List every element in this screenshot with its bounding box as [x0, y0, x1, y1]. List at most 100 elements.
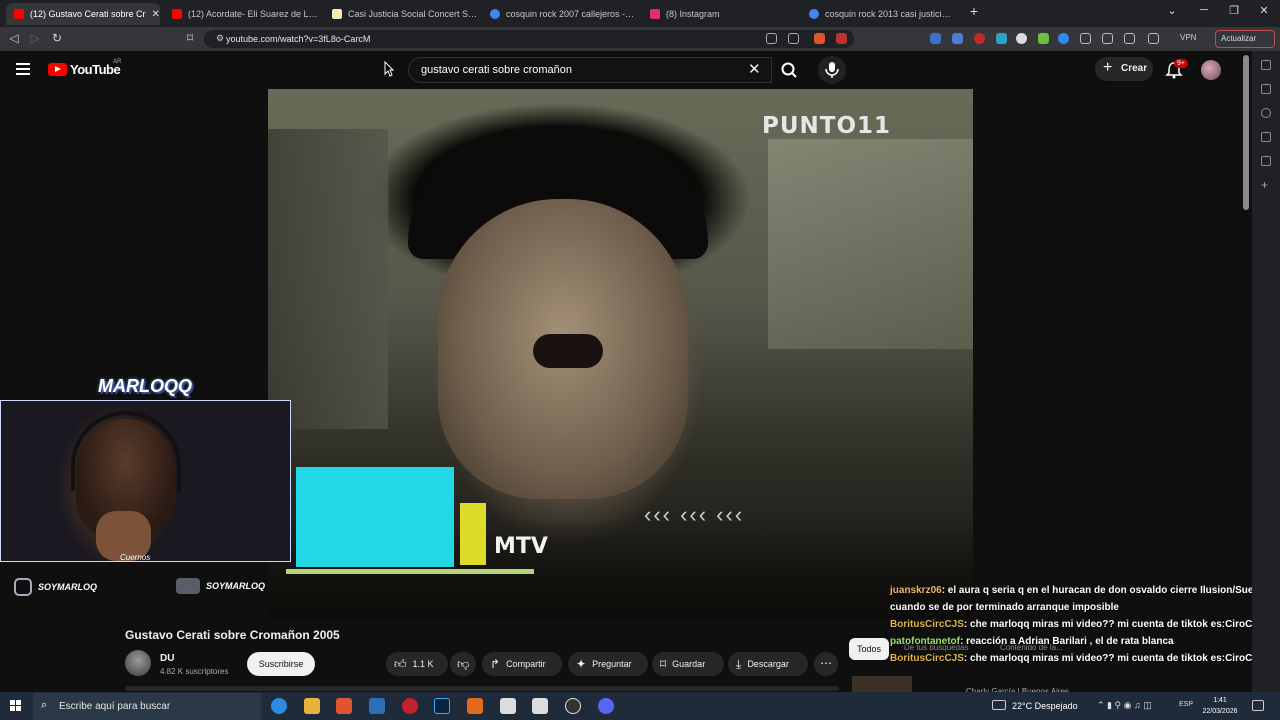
setlist-favicon-icon [332, 9, 342, 19]
close-tab-icon[interactable]: ✕ [152, 9, 160, 20]
channel-avatar[interactable] [125, 650, 151, 676]
url-field[interactable]: youtube.com/watch?v=3fL8o-CarcM [204, 30, 854, 48]
extension-icon[interactable] [1058, 33, 1069, 44]
share-button[interactable]: ↱ Compartir [482, 652, 562, 676]
description-box[interactable] [125, 686, 839, 691]
weather-status[interactable]: 22°C Despejado [1012, 701, 1078, 711]
extension-icon[interactable] [996, 33, 1007, 44]
cast-icon[interactable] [766, 33, 777, 44]
minimize-icon[interactable]: ─ [1194, 4, 1214, 16]
brave-rewards-icon[interactable] [836, 33, 847, 44]
new-tab-button[interactable]: + [964, 3, 984, 19]
obs-icon[interactable] [565, 698, 581, 714]
clear-search-icon[interactable]: ✕ [748, 60, 761, 78]
recorder-icon[interactable] [974, 33, 985, 44]
channel-name[interactable]: DU [160, 653, 174, 664]
input-language[interactable]: ESP [1179, 701, 1193, 708]
url-text: youtube.com/watch?v=3fL8o-CarcM [226, 34, 371, 44]
video-player[interactable]: PUNTO11 MTV ‹‹‹ ‹‹‹ ‹‹‹ [268, 89, 973, 619]
reload-icon[interactable]: ↻ [49, 31, 65, 45]
chat-text: : che marloqq miras mi video?? mi cuenta… [963, 619, 1265, 630]
media-icon[interactable] [1102, 33, 1113, 44]
ask-label: Preguntar [592, 659, 632, 669]
instagram-icon [14, 578, 32, 596]
share-arrow-icon: ↱ [490, 657, 501, 671]
app-icon[interactable] [532, 698, 548, 714]
discord-icon[interactable] [598, 698, 614, 714]
keyboard-icon[interactable] [992, 700, 1006, 710]
tab-gustavo-cerati[interactable]: (12) Gustavo Cerati sobre Cr ✕ [6, 3, 160, 25]
tab-google-search-2013[interactable]: cosquin rock 2013 casi justicia social [801, 3, 955, 25]
sidebar-history-icon[interactable] [1261, 108, 1271, 118]
browser-tab-strip: (12) Gustavo Cerati sobre Cr ✕ (12) Acor… [0, 0, 1280, 27]
wallet-icon[interactable] [1148, 33, 1159, 44]
sidebar-icon[interactable] [1124, 33, 1135, 44]
tab-google-search-2007[interactable]: cosquin rock 2007 callejeros - Busca [482, 3, 636, 25]
youtube-logo[interactable]: YouTube [48, 62, 121, 77]
app-icon[interactable] [467, 698, 483, 714]
brave-shield-icon[interactable] [814, 33, 825, 44]
like-button[interactable]: 👍︎ 1.1 K [386, 652, 448, 676]
windows-start-icon[interactable] [10, 700, 22, 712]
search-icon [781, 62, 797, 78]
maximize-icon[interactable]: ❐ [1224, 4, 1244, 17]
bookmark-icon[interactable]: ⌑ [182, 31, 198, 45]
forward-icon[interactable]: ▷ [27, 31, 43, 45]
site-info-icon[interactable]: ⚙ [212, 33, 228, 44]
extensions-puzzle-icon[interactable] [1080, 33, 1091, 44]
file-explorer-icon[interactable] [304, 698, 320, 714]
page-scrollbar[interactable] [1243, 55, 1249, 210]
photoshop-icon[interactable] [434, 698, 450, 714]
extension-icon[interactable] [1016, 33, 1027, 44]
edge-icon[interactable] [271, 698, 287, 714]
close-window-icon[interactable]: ✕ [1254, 4, 1274, 17]
dislike-button[interactable]: 👎︎ [450, 652, 476, 676]
translate-icon[interactable] [952, 33, 963, 44]
sidebar-tabs-icon[interactable] [1261, 156, 1271, 166]
more-actions-icon[interactable]: ⋯ [814, 652, 838, 676]
filter-chip-all[interactable]: Todos [849, 638, 890, 660]
ask-button[interactable]: ✦ Preguntar [568, 652, 648, 676]
youtube-handle-text: SOYMARLOQ [206, 581, 266, 591]
sidebar-add-icon[interactable]: + [1261, 178, 1268, 192]
notification-center-icon[interactable] [1252, 700, 1264, 711]
instagram-handle: SOYMARLOQ [14, 578, 97, 596]
visual-studio-icon[interactable] [369, 698, 385, 714]
clock-time: 1:41 [1213, 697, 1227, 704]
chat-username: BoritusCircCJS [890, 619, 964, 630]
tab-label: cosquin rock 2013 casi justicia social [825, 9, 955, 19]
channel-watermark: PUNTO11 [762, 113, 892, 139]
tab-setlist[interactable]: Casi Justicia Social Concert Setlist at [324, 3, 478, 25]
extension-icon[interactable] [930, 33, 941, 44]
tab-acordate[interactable]: (12) Acordate- Eli Suarez de Los Gar [164, 3, 318, 25]
app-icon[interactable] [500, 698, 516, 714]
youtube-play-icon [48, 63, 67, 76]
share-icon[interactable] [788, 33, 799, 44]
save-button[interactable]: ⌑ Guardar [652, 652, 724, 676]
search-input[interactable]: gustavo cerati sobre cromañon [408, 57, 772, 83]
voice-search-button[interactable] [818, 56, 846, 84]
download-button[interactable]: ⤓ Descargar [728, 652, 808, 676]
system-tray-icons[interactable]: ⌃ ▮ ⚲ ◉ ♫ ◫ [1097, 700, 1152, 711]
streamer-name: MARLOQQ [98, 376, 192, 396]
subscriber-count: 4.82 K suscriptores [160, 667, 229, 676]
video-title: Gustavo Cerati sobre Cromañon 2005 [125, 628, 340, 642]
tab-instagram[interactable]: (8) Instagram [642, 3, 796, 25]
vpn-button[interactable]: VPN [1180, 33, 1196, 42]
sidebar-wallet-icon[interactable] [1261, 132, 1271, 142]
back-icon[interactable]: ◁ [6, 31, 22, 45]
opera-icon[interactable] [402, 698, 418, 714]
instagram-handle-text: SOYMARLOQ [38, 582, 98, 592]
sidebar-bookmarks-icon[interactable] [1261, 60, 1271, 70]
extension-icon[interactable] [1038, 33, 1049, 44]
search-button[interactable] [772, 57, 806, 83]
clock[interactable]: 1:41 22/03/2026 [1202, 695, 1238, 717]
tab-search-icon[interactable]: ⌄ [1162, 4, 1182, 17]
sidebar-reading-list-icon[interactable] [1261, 84, 1271, 94]
brave-icon[interactable] [336, 698, 352, 714]
menu-icon[interactable] [16, 63, 30, 75]
taskbar-search-input[interactable]: Escribe aquí para buscar [33, 693, 261, 720]
subscribe-button[interactable]: Suscribirse [247, 652, 315, 676]
account-avatar[interactable] [1201, 60, 1221, 80]
update-button[interactable]: Actualizar [1215, 30, 1275, 48]
